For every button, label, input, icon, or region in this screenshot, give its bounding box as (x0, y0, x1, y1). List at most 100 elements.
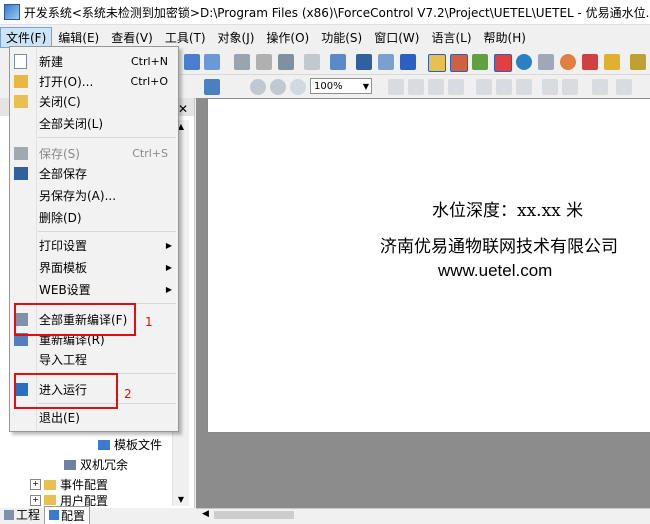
menu-item-open[interactable]: 打开(O)... Ctrl+O (10, 71, 178, 91)
horizontal-scrollbar[interactable]: ◀ (196, 508, 650, 522)
layout-icon[interactable] (278, 54, 294, 70)
menu-item-close[interactable]: 关闭(C) (10, 91, 178, 111)
compile-icon[interactable] (330, 54, 346, 70)
close-icon[interactable]: ✕ (178, 102, 188, 116)
chart-icon[interactable] (378, 54, 394, 70)
menu-separator (38, 137, 176, 138)
layers-icon[interactable] (204, 79, 220, 95)
tag-icon[interactable] (630, 54, 646, 70)
table-icon[interactable] (304, 54, 320, 70)
zoom-in-icon[interactable] (250, 79, 266, 95)
same-size-icon[interactable] (562, 79, 578, 95)
same-height-icon[interactable] (542, 79, 558, 95)
same-width-icon[interactable] (516, 79, 532, 95)
zoom-fit-icon[interactable] (290, 79, 306, 95)
distribute-h-icon[interactable] (476, 79, 492, 95)
wand-icon[interactable] (604, 54, 620, 70)
menu-item-label: 界面模板 (39, 260, 88, 275)
save-icon (14, 146, 28, 160)
tools-icon[interactable] (494, 54, 512, 72)
water-depth-text[interactable]: 水位深度：xx.xx 米 (432, 196, 583, 221)
menu-item-label: 另保存为(A)... (39, 188, 117, 203)
title-bar: 开发系统<系统未检测到加密锁>D:\Program Files (x86)\Fo… (0, 0, 650, 25)
menu-object[interactable]: 对象(J) (212, 27, 261, 48)
menu-view[interactable]: 查看(V) (105, 27, 159, 48)
globe-icon[interactable] (516, 54, 532, 70)
annotation-box-1 (14, 303, 136, 336)
folder-icon (44, 479, 56, 490)
find-icon[interactable] (356, 54, 372, 70)
menu-item-label: 保存(S) (39, 146, 80, 161)
menu-item-print-settings[interactable]: 打印设置 ▶ (10, 235, 178, 255)
tree-item-template-file[interactable]: 模板文件 (98, 436, 162, 453)
window-icon[interactable] (400, 54, 416, 70)
website-text[interactable]: www.uetel.com (438, 261, 552, 281)
component-icon[interactable] (582, 54, 598, 70)
menu-item-label: 删除(D) (39, 210, 82, 225)
submenu-arrow-icon: ▶ (165, 240, 172, 250)
scroll-down-icon[interactable]: ▼ (173, 495, 189, 504)
menu-item-label: 新建 (39, 54, 64, 69)
tree-item-event-config[interactable]: + 事件配置 (30, 476, 108, 493)
zoom-out-icon[interactable] (270, 79, 286, 95)
tree-item-label: 双机冗余 (80, 458, 129, 472)
menu-item-web-settings[interactable]: WEB设置 ▶ (10, 279, 178, 299)
redo-icon[interactable] (204, 54, 220, 70)
menu-item-exit[interactable]: 退出(E) (10, 407, 178, 427)
menu-window[interactable]: 窗口(W) (368, 27, 425, 48)
company-name-text[interactable]: 济南优易通物联网技术有限公司 (380, 232, 618, 257)
expand-icon[interactable]: + (30, 479, 41, 490)
menu-item-new[interactable]: 新建 Ctrl+N (10, 51, 178, 71)
distribute-v-icon[interactable] (496, 79, 512, 95)
align-left-icon[interactable] (388, 79, 404, 95)
redundancy-icon (64, 459, 76, 470)
download-icon[interactable] (234, 54, 250, 70)
menu-tools[interactable]: 工具(T) (159, 27, 212, 48)
zoom-value: 100% (314, 81, 343, 92)
template-file-icon (98, 439, 110, 450)
app-icon (4, 4, 20, 20)
menu-language[interactable]: 语言(L) (425, 27, 477, 48)
palette-icon[interactable] (560, 54, 576, 70)
center-v-icon[interactable] (616, 79, 632, 95)
tree-item-redundancy[interactable]: 双机冗余 (64, 456, 128, 473)
screen-canvas[interactable]: 水位深度：xx.xx 米 济南优易通物联网技术有限公司 www.uetel.co… (207, 99, 650, 433)
menu-item-delete[interactable]: 删除(D) (10, 207, 178, 227)
align-top-icon[interactable] (448, 79, 464, 95)
tab-project[interactable]: 工程 (0, 506, 44, 523)
tree-item-label: 用户配置 (60, 494, 109, 506)
image-icon[interactable] (450, 54, 468, 72)
menu-edit[interactable]: 编辑(E) (52, 27, 105, 48)
tab-project-label: 工程 (16, 508, 41, 522)
screen-icon[interactable] (428, 54, 446, 72)
menu-item-ui-template[interactable]: 界面模板 ▶ (10, 257, 178, 277)
menu-item-close-all[interactable]: 全部关闭(L) (10, 113, 178, 133)
menu-item-save-as[interactable]: 另保存为(A)... (10, 185, 178, 205)
menu-item-label: 导入工程 (39, 352, 88, 367)
center-h-icon[interactable] (592, 79, 608, 95)
menu-item-save-all[interactable]: 全部保存 (10, 163, 178, 183)
config-tab-icon (49, 510, 60, 520)
chevron-down-icon: ▼ (362, 82, 369, 91)
expand-icon[interactable]: + (30, 494, 41, 506)
undo-icon[interactable] (184, 54, 200, 70)
drawing-toolbar (180, 76, 650, 99)
plant-icon[interactable] (472, 54, 488, 70)
align-right-icon[interactable] (428, 79, 444, 95)
tree-item-label: 模板文件 (114, 438, 163, 452)
tree-item-user-config[interactable]: + 用户配置 (30, 494, 108, 506)
folder-icon (14, 94, 28, 108)
menu-operation[interactable]: 操作(O) (260, 27, 315, 48)
document-icon[interactable] (538, 54, 554, 70)
zoom-select[interactable]: 100% ▼ (310, 78, 372, 94)
scroll-left-icon[interactable]: ◀ (202, 509, 209, 519)
menu-help[interactable]: 帮助(H) (478, 27, 532, 48)
grid-icon[interactable] (256, 54, 272, 70)
menu-file[interactable]: 文件(F) (0, 26, 53, 48)
menu-item-import-project[interactable]: 导入工程 (10, 349, 178, 369)
scroll-thumb[interactable] (214, 511, 294, 519)
menu-item-save[interactable]: 保存(S) Ctrl+S (10, 143, 178, 163)
align-center-icon[interactable] (408, 79, 424, 95)
menu-function[interactable]: 功能(S) (315, 27, 368, 48)
menu-item-shortcut: Ctrl+O (130, 74, 168, 88)
